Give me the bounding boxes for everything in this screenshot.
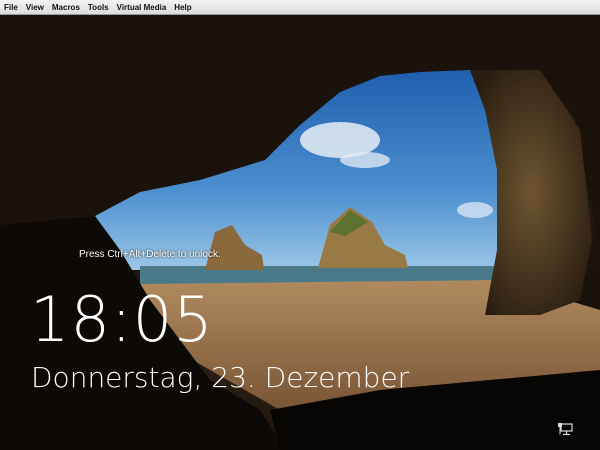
lock-screen[interactable]: Press Ctrl+Alt+Delete to unlock. 18:05 D… — [0, 15, 600, 450]
clock-time: 18:05 — [30, 283, 214, 356]
menu-virtual-media[interactable]: Virtual Media — [113, 3, 171, 12]
menu-bar: File View Macros Tools Virtual Media Hel… — [0, 0, 600, 15]
unlock-hint: Press Ctrl+Alt+Delete to unlock. — [79, 249, 221, 260]
menu-tools[interactable]: Tools — [84, 3, 113, 12]
network-monitor-icon[interactable] — [557, 422, 573, 436]
menu-file[interactable]: File — [0, 3, 22, 12]
menu-macros[interactable]: Macros — [48, 3, 84, 12]
clock-date: Donnerstag, 23. Dezember — [31, 361, 410, 394]
menu-help[interactable]: Help — [170, 3, 195, 12]
menu-view[interactable]: View — [22, 3, 48, 12]
